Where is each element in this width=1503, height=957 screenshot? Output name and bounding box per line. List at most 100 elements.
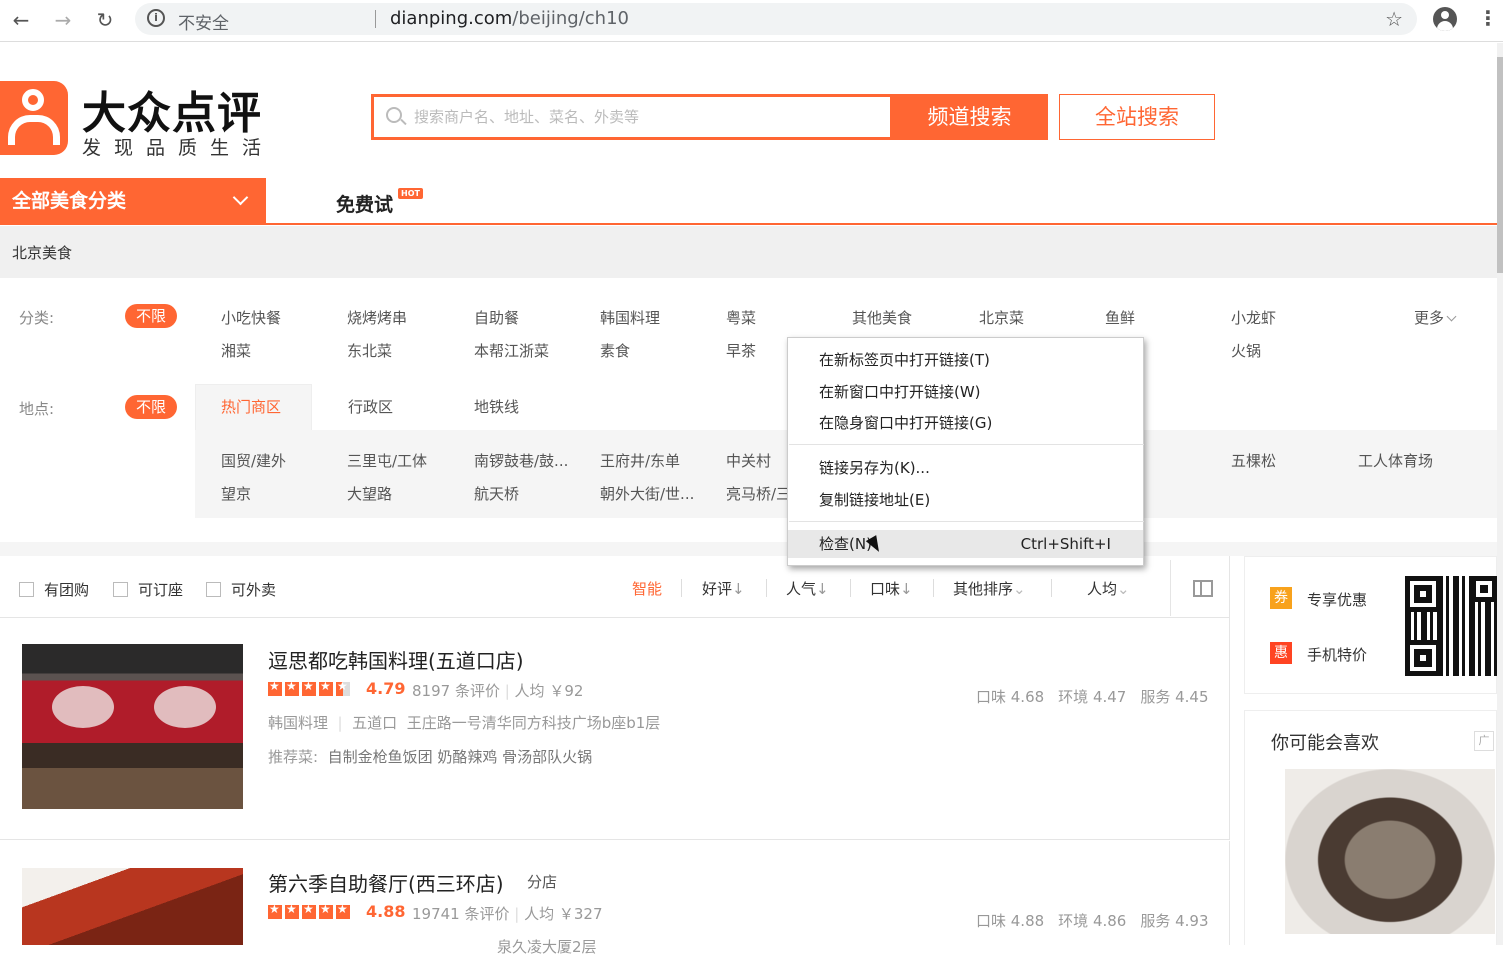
area-option[interactable]: 亮马桥/三 (726, 483, 791, 504)
recommended-dish-links[interactable]: 自制金枪鱼饭团 奶酪辣鸡 骨汤部队火锅 (328, 748, 593, 766)
sort-avg-price[interactable]: 人均⌄ (1087, 578, 1130, 599)
menu-inspect-shortcut: Ctrl+Shift+I (1020, 535, 1111, 553)
back-icon[interactable]: ← (6, 6, 36, 34)
sort-divider (1051, 579, 1052, 597)
shop-photo[interactable] (22, 868, 243, 945)
sort-smart[interactable]: 智能 (632, 578, 662, 599)
mobile-deal-link[interactable]: 手机特价 (1307, 644, 1367, 665)
sub-ratings: 口味 4.88 环境 4.86 服务 4.93 (976, 912, 1209, 930)
shop-name-link[interactable]: 逗思都吃韩国料理(五道口店) (268, 645, 524, 674)
sort-taste[interactable]: 口味↓ (870, 578, 913, 599)
area-option[interactable]: 中关村 (726, 450, 771, 471)
category-option[interactable]: 其他美食 (852, 307, 912, 328)
scrollbar-thumb[interactable] (1497, 57, 1503, 273)
page-scrollbar[interactable] (1497, 43, 1503, 945)
category-unlimited-pill[interactable]: 不限 (125, 304, 177, 328)
menu-separator (789, 521, 1144, 522)
menu-open-incognito[interactable]: 在隐身窗口中打开链接(G) (788, 409, 1143, 437)
area-option[interactable]: 朝外大街/世... (600, 483, 694, 504)
tab-districts[interactable]: 行政区 (348, 384, 393, 431)
free-try-link[interactable]: 免费试 HOT (336, 188, 423, 217)
category-option[interactable]: 火锅 (1231, 340, 1261, 361)
sort-rating[interactable]: 好评↓ (702, 578, 745, 599)
review-count-link[interactable]: 8197 条评价 (412, 682, 500, 700)
category-option[interactable]: 小吃快餐 (221, 307, 281, 328)
category-option[interactable]: 湘菜 (221, 340, 251, 361)
location-unlimited-pill[interactable]: 不限 (125, 395, 177, 419)
map-icon[interactable] (1193, 580, 1213, 597)
category-option[interactable]: 粤菜 (726, 307, 756, 328)
category-option[interactable]: 北京菜 (979, 307, 1024, 328)
section-divider (0, 542, 1497, 556)
context-menu: 在新标签页中打开链接(T) 在新窗口中打开链接(W) 在隐身窗口中打开链接(G)… (787, 337, 1144, 566)
area-option[interactable]: 南锣鼓巷/鼓... (474, 450, 568, 471)
tab-hot-areas[interactable]: 热门商区 (221, 384, 281, 431)
coupon-link[interactable]: 专享优惠 (1307, 589, 1367, 610)
area-option[interactable]: 大望路 (347, 483, 392, 504)
area-option[interactable]: 王府井/东单 (600, 450, 680, 471)
recommendation-panel: 你可能会喜欢 广 (1244, 710, 1497, 945)
sort-popularity[interactable]: 人气↓ (786, 578, 829, 599)
area-option[interactable]: 国贸/建外 (221, 450, 286, 471)
area-option[interactable]: 望京 (221, 483, 251, 504)
sort-divider (681, 579, 682, 597)
branch-link[interactable]: 分店 (527, 871, 557, 892)
checkbox-group-buy[interactable]: 有团购 (19, 579, 89, 600)
cuisine-tag[interactable]: 韩国料理 (268, 714, 328, 732)
chevron-down-icon: ⌄ (1117, 580, 1130, 598)
recommendation-image[interactable] (1285, 769, 1495, 934)
tab-subway[interactable]: 地铁线 (474, 384, 519, 431)
forward-icon[interactable]: → (48, 6, 78, 34)
account-icon[interactable] (1433, 7, 1457, 31)
menu-open-new-window[interactable]: 在新窗口中打开链接(W) (788, 378, 1143, 406)
search-box (371, 94, 893, 140)
address-separator (375, 10, 376, 28)
category-option[interactable]: 烧烤烤串 (347, 307, 407, 328)
checkbox-reservable[interactable]: 可订座 (113, 579, 183, 600)
ad-badge: 广 (1474, 731, 1494, 751)
checkbox-takeout[interactable]: 可外卖 (206, 579, 276, 600)
bookmark-star-icon[interactable]: ☆ (1385, 7, 1403, 31)
category-option[interactable]: 素食 (600, 340, 630, 361)
logo-slogan: 发现品质生活 (82, 137, 275, 159)
hot-badge: HOT (398, 188, 423, 199)
shop-address: 泉久凌大厦2层 (497, 938, 597, 956)
breadcrumb-city[interactable]: 北京美食 (12, 242, 72, 263)
logo-mark-icon (0, 81, 68, 155)
category-option[interactable]: 本帮江浙菜 (474, 340, 549, 361)
area-tag[interactable]: 五道口 (352, 714, 397, 732)
shop-photo[interactable] (22, 644, 243, 809)
category-option[interactable]: 鱼鲜 (1105, 307, 1135, 328)
all-categories-button[interactable]: 全部美食分类 (0, 178, 266, 224)
insecure-label: 不安全 (178, 14, 229, 34)
arrow-down-icon: ↓ (900, 580, 913, 598)
menu-save-link-as[interactable]: 链接另存为(K)... (788, 454, 1143, 482)
area-option[interactable]: 工人体育场 (1358, 450, 1433, 471)
menu-copy-link[interactable]: 复制链接地址(E) (788, 486, 1143, 514)
more-categories-toggle[interactable]: 更多 (1414, 307, 1457, 328)
category-option[interactable]: 韩国料理 (600, 307, 660, 328)
reload-icon[interactable]: ↻ (90, 6, 120, 34)
category-option[interactable]: 早茶 (726, 340, 756, 361)
shop-address: 王庄路一号清华同方科技广场b座b1层 (406, 714, 661, 732)
address-bar[interactable]: i 不安全 dianping.com/beijing/ch10 ☆ (135, 3, 1417, 35)
qr-code-icon (1405, 576, 1497, 676)
menu-kebab-icon[interactable]: ⋮ (1478, 6, 1498, 30)
menu-open-new-tab[interactable]: 在新标签页中打开链接(T) (788, 346, 1143, 374)
category-option[interactable]: 东北菜 (347, 340, 392, 361)
menu-inspect[interactable]: 检查(N) Ctrl+Shift+I (788, 530, 1143, 558)
channel-search-button[interactable]: 频道搜索 (891, 94, 1048, 140)
review-count-link[interactable]: 19741 条评价 (412, 905, 510, 923)
info-icon[interactable]: i (147, 9, 165, 27)
shop-name-link[interactable]: 第六季自助餐厅(西三环店) (268, 868, 504, 897)
url-text[interactable]: dianping.com/beijing/ch10 (390, 8, 629, 29)
category-option[interactable]: 自助餐 (474, 307, 519, 328)
free-try-label: 免费试 (336, 194, 394, 216)
site-search-button[interactable]: 全站搜索 (1059, 94, 1215, 140)
search-input[interactable] (414, 104, 884, 130)
area-option[interactable]: 航天桥 (474, 483, 519, 504)
area-option[interactable]: 三里屯/工体 (347, 450, 427, 471)
sort-other[interactable]: 其他排序⌄ (953, 578, 1026, 599)
category-option[interactable]: 小龙虾 (1231, 307, 1276, 328)
area-option[interactable]: 五棵松 (1231, 450, 1276, 471)
